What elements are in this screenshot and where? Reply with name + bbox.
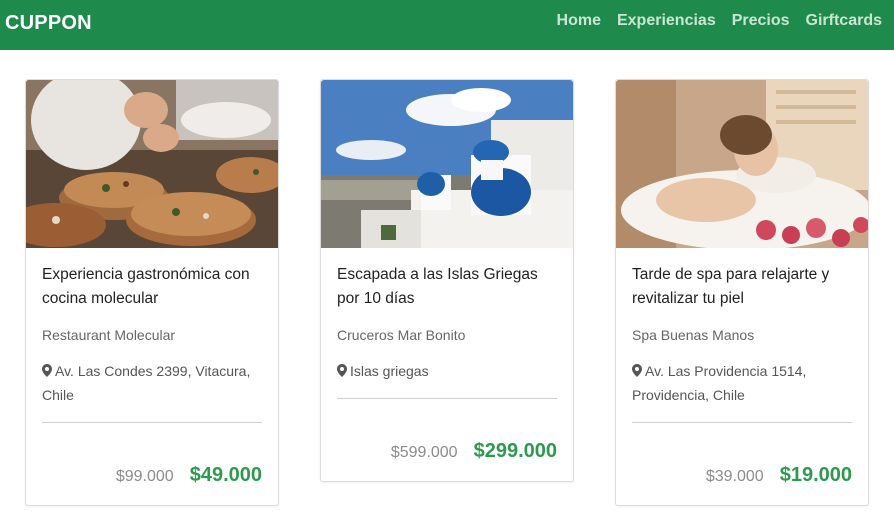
card-body: Experiencia gastronómica con cocina mole… — [26, 248, 278, 423]
card-location-text: Av. Las Providencia 1514, Providencia, C… — [632, 363, 807, 403]
card-price-row: $99.000 $49.000 — [116, 464, 262, 487]
card-price: $49.000 — [189, 464, 262, 486]
card-location: Av. Las Providencia 1514, Providencia, C… — [632, 359, 852, 407]
card-old-price: $39.000 — [705, 468, 764, 485]
card-title[interactable]: Escapada a las Islas Griegas por 10 días — [337, 263, 557, 311]
card-price: $299.000 — [473, 440, 557, 462]
brand-logo[interactable]: CUPPON — [5, 12, 92, 35]
nav-experiences[interactable]: Experiencias — [617, 12, 716, 30]
card-provider: Spa Buenas Manos — [632, 327, 755, 343]
card-image-santorini[interactable] — [321, 80, 573, 248]
card-price-row: $599.000 $299.000 — [391, 440, 557, 463]
map-pin-icon — [42, 364, 52, 377]
map-pin-icon — [632, 364, 642, 377]
card-old-price: $99.000 — [115, 468, 174, 485]
map-pin-icon — [337, 364, 347, 377]
card-divider — [337, 398, 557, 399]
navbar: CUPPON Home Experiencias Precios Girftca… — [0, 0, 894, 50]
card-location-text: Islas griegas — [350, 363, 429, 379]
nav-prices[interactable]: Precios — [732, 12, 790, 30]
experience-card[interactable]: Experiencia gastronómica con cocina mole… — [25, 79, 279, 506]
nav-home[interactable]: Home — [557, 12, 601, 30]
card-divider — [42, 422, 262, 423]
card-location-text: Av. Las Condes 2399, Vitacura, Chile — [42, 363, 251, 403]
card-image-spa[interactable] — [616, 80, 868, 248]
main-nav: Home Experiencias Precios Girftcards — [557, 12, 882, 30]
card-provider: Cruceros Mar Bonito — [337, 327, 466, 343]
card-body: Tarde de spa para relajarte y revitaliza… — [616, 248, 868, 423]
card-price: $19.000 — [779, 464, 852, 486]
card-body: Escapada a las Islas Griegas por 10 días… — [321, 248, 573, 399]
experience-card[interactable]: Escapada a las Islas Griegas por 10 días… — [320, 79, 574, 482]
nav-giftcards[interactable]: Girftcards — [806, 12, 882, 30]
card-title[interactable]: Tarde de spa para relajarte y revitaliza… — [632, 263, 852, 311]
card-price-row: $39.000 $19.000 — [706, 464, 852, 487]
card-title[interactable]: Experiencia gastronómica con cocina mole… — [42, 263, 262, 311]
experience-card[interactable]: Tarde de spa para relajarte y revitaliza… — [615, 79, 869, 506]
card-provider: Restaurant Molecular — [42, 327, 176, 343]
card-old-price: $599.000 — [390, 444, 458, 461]
card-location: Av. Las Condes 2399, Vitacura, Chile — [42, 359, 262, 407]
card-divider — [632, 422, 852, 423]
card-image-molecular-cuisine[interactable] — [26, 80, 278, 248]
card-location: Islas griegas — [337, 359, 557, 383]
